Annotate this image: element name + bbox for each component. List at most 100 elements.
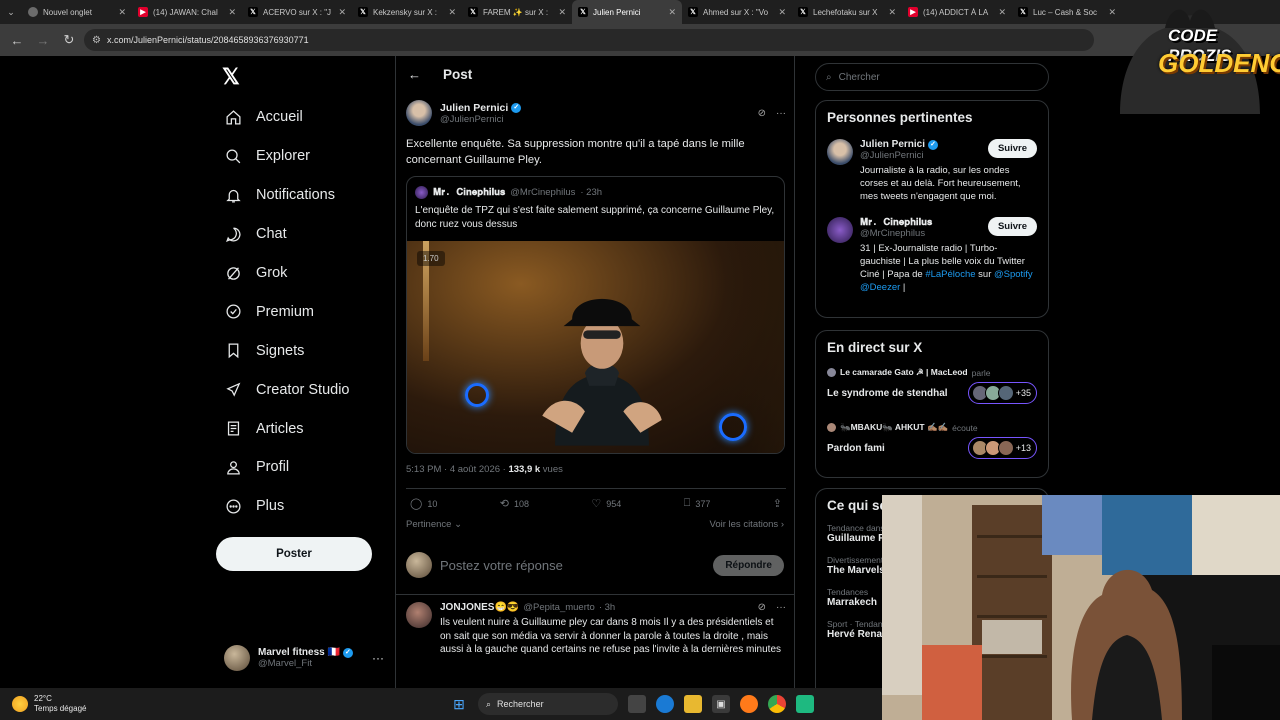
nav-item-more[interactable]: Plus xyxy=(218,487,388,526)
browser-tab[interactable]: 𝕏 ACERVO sur X : "J ✕ xyxy=(242,0,352,24)
avatar[interactable] xyxy=(827,139,853,165)
nav-item-profile[interactable]: Profil xyxy=(218,448,388,487)
account-name: Marvel fitness 🇫🇷 xyxy=(258,647,340,658)
site-info-icon[interactable]: ⚙ xyxy=(92,35,101,46)
person-item[interactable]: 𝐌𝐫. 𝐂𝐢𝐧𝐞𝐩𝐡𝐢𝐥𝐮𝐬 @MrCinephilus Suivre 31 |… xyxy=(816,217,1048,294)
follow-button[interactable]: Suivre xyxy=(987,217,1037,236)
taskbar-search[interactable]: ⌕ Rechercher xyxy=(478,693,618,715)
grok-icon[interactable]: ⊘ xyxy=(758,108,766,119)
reload-icon[interactable]: ↻ xyxy=(58,29,80,51)
video-player[interactable]: 1.70 xyxy=(407,241,784,453)
reply-author-name[interactable]: JONJONES😁😎 xyxy=(440,602,519,613)
listeners-pill[interactable]: +35 xyxy=(967,382,1037,404)
close-icon[interactable]: ✕ xyxy=(668,7,676,18)
weather-widget[interactable]: 22°C Temps dégagé xyxy=(0,694,440,714)
author-name[interactable]: Julien Pernici xyxy=(440,102,508,114)
bookmark-button[interactable]: ⎕ 377 xyxy=(684,497,711,510)
nav-item-articles[interactable]: Articles xyxy=(218,409,388,448)
browser-tab[interactable]: ▶ (14) JAWAN: Chal ✕ xyxy=(132,0,242,24)
nav-item-home[interactable]: Accueil xyxy=(218,98,388,137)
listeners-pill[interactable]: +13 xyxy=(967,437,1037,459)
firefox-icon[interactable] xyxy=(740,695,758,713)
search-input[interactable]: ⌕ Chercher xyxy=(815,63,1049,91)
close-icon[interactable]: ✕ xyxy=(778,7,786,18)
post-column: ← Post Julien Pernici ✓ @JulienPernici ⊘ … xyxy=(395,56,795,688)
more-icon[interactable]: ··· xyxy=(372,651,384,665)
edge-icon[interactable] xyxy=(656,695,674,713)
grok-icon[interactable]: ⊘ xyxy=(758,602,766,613)
nav-label: Signets xyxy=(256,342,305,359)
webcam-scene xyxy=(882,495,1280,720)
reply-input[interactable]: Postez votre réponse xyxy=(440,558,705,573)
browser-tab[interactable]: ▶ (14) ADDICT À LA ✕ xyxy=(902,0,1012,24)
browser-tab[interactable]: 𝕏 Kekzensky sur X : ✕ xyxy=(352,0,462,24)
listener-count: +35 xyxy=(1015,388,1031,398)
sort-dropdown[interactable]: Pertinence ⌄ xyxy=(406,519,462,530)
nav-item-notifications[interactable]: Notifications xyxy=(218,176,388,215)
close-icon[interactable]: ✕ xyxy=(338,7,346,18)
video-light-ring xyxy=(719,413,747,441)
live-space-item[interactable]: 🐜MBAKU🐜 AHKUT ✍🏽✍🏽 écoute Pardon fami +13 xyxy=(816,422,1048,459)
nav-item-creator-studio[interactable]: Creator Studio xyxy=(218,370,388,409)
windows-start-icon[interactable]: ⊞ xyxy=(450,695,468,713)
x-icon: 𝕏 xyxy=(578,7,588,17)
hashtag-link[interactable]: #LaPéloche xyxy=(925,269,975,280)
browser-tab[interactable]: 𝕏 Julien Pernici ✕ xyxy=(572,0,682,24)
app-icon[interactable] xyxy=(796,695,814,713)
reply-author-handle[interactable]: @Pepita_muerto xyxy=(523,602,594,613)
post-button[interactable]: Poster xyxy=(216,537,372,571)
avatar[interactable] xyxy=(406,602,432,628)
share-button[interactable]: ⇪ xyxy=(773,497,782,510)
task-view-icon[interactable] xyxy=(628,695,646,713)
nav-item-premium[interactable]: Premium xyxy=(218,292,388,331)
browser-tab[interactable]: 𝕏 Lechefotaku sur X ✕ xyxy=(792,0,902,24)
reply-post[interactable]: JONJONES😁😎 @Pepita_muerto · 3h ⊘ ··· Ils … xyxy=(406,602,786,657)
more-icon[interactable]: ··· xyxy=(776,108,786,119)
browser-tab[interactable]: 𝕏 Ahmed sur X : "Vo ✕ xyxy=(682,0,792,24)
tab-search-icon[interactable]: ⌄ xyxy=(0,0,22,24)
repost-button[interactable]: ⟲ 108 xyxy=(500,497,529,510)
x-logo-icon[interactable]: 𝕏 xyxy=(222,64,240,90)
follow-button[interactable]: Suivre xyxy=(987,139,1037,158)
post-timestamp[interactable]: 5:13 PM · 4 août 2026 · xyxy=(406,464,506,475)
like-button[interactable]: ♡ 954 xyxy=(591,497,621,510)
chevron-down-icon: ⌄ xyxy=(454,519,463,530)
address-bar[interactable]: ⚙ x.com/JulienPernici/status/20846589363… xyxy=(84,29,1094,51)
close-icon[interactable]: ✕ xyxy=(118,7,126,18)
forward-icon[interactable]: → xyxy=(32,29,54,51)
nav-item-grok[interactable]: Grok xyxy=(218,254,388,293)
host-avatar xyxy=(827,368,836,377)
browser-tab[interactable]: 𝕏 Luc – Cash & Soc ✕ xyxy=(1012,0,1122,24)
webcam-overlay xyxy=(882,495,1280,720)
store-icon[interactable]: ▣ xyxy=(712,695,730,713)
close-icon[interactable]: ✕ xyxy=(998,7,1006,18)
view-quotes-link[interactable]: Voir les citations › xyxy=(710,519,784,530)
close-icon[interactable]: ✕ xyxy=(888,7,896,18)
reply-button[interactable]: ◯ 10 xyxy=(410,497,437,510)
browser-tab[interactable]: 𝕏 FAREM ✨ sur X : ✕ xyxy=(462,0,572,24)
quoted-post[interactable]: 𝐌𝐫. 𝐂𝐢𝐧𝐞𝐩𝐡𝐢𝐥𝐮𝐬 @MrCinephilus · 23h L'enq… xyxy=(406,176,785,454)
nav-item-bookmarks[interactable]: Signets xyxy=(218,331,388,370)
close-icon[interactable]: ✕ xyxy=(228,7,236,18)
browser-tab[interactable]: Nouvel onglet ✕ xyxy=(22,0,132,24)
more-icon[interactable]: ··· xyxy=(776,602,786,613)
nav-item-explore[interactable]: Explorer xyxy=(218,137,388,176)
tab-label: Julien Pernici xyxy=(593,7,641,17)
back-icon[interactable]: ← xyxy=(6,29,28,51)
page-title: Post xyxy=(443,66,473,82)
nav-item-chat[interactable]: Chat xyxy=(218,215,388,254)
avatar[interactable] xyxy=(406,100,432,126)
video-speed-badge[interactable]: 1.70 xyxy=(417,251,445,266)
avatar[interactable] xyxy=(827,217,853,243)
live-space-item[interactable]: Le camarade Gato ☭ | MacLeod parle Le syn… xyxy=(816,367,1048,404)
account-switcher[interactable]: Marvel fitness 🇫🇷 ✓ @Marvel_Fit ··· xyxy=(224,643,384,673)
view-quotes-label: Voir les citations xyxy=(709,519,779,530)
chrome-icon[interactable] xyxy=(768,695,786,713)
reply-submit-button[interactable]: Répondre xyxy=(713,554,784,576)
author-handle[interactable]: @JulienPernici xyxy=(440,114,521,125)
close-icon[interactable]: ✕ xyxy=(558,7,566,18)
close-icon[interactable]: ✕ xyxy=(448,7,456,18)
file-explorer-icon[interactable] xyxy=(684,695,702,713)
person-item[interactable]: Julien Pernici ✓ @JulienPernici Suivre Jo… xyxy=(816,139,1048,203)
back-arrow-icon[interactable]: ← xyxy=(408,67,421,82)
